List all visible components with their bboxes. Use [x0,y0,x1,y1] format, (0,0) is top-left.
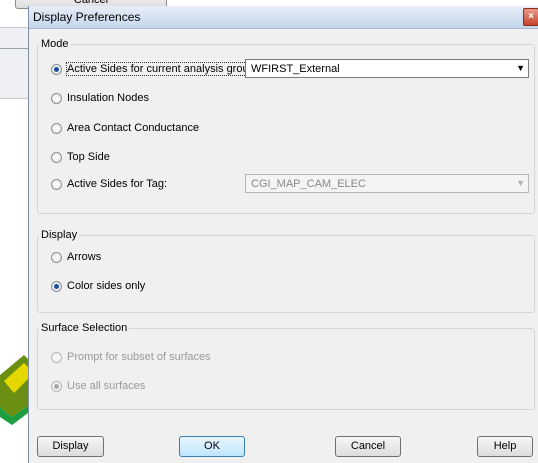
surface-option-prompt-subset: Prompt for subset of surfaces [51,350,211,364]
help-button[interactable]: Help [477,436,533,457]
chevron-down-icon[interactable]: ▼ [516,63,525,73]
analysis-group-value: WFIRST_External [251,63,340,75]
radio-button[interactable] [51,178,62,190]
mode-option-label: Active Sides for Tag: [67,178,168,190]
surface-option-use-all: Use all surfaces [51,379,145,393]
chevron-down-icon: ▼ [516,178,525,188]
ok-button[interactable]: OK [179,436,245,457]
radio-button[interactable] [51,151,62,163]
display-group [37,235,535,313]
analysis-group-dropdown[interactable]: WFIRST_External ▼ [245,59,529,78]
tag-dropdown: CGI_MAP_CAM_ELEC ▼ [245,174,529,193]
radio-button-checked[interactable] [51,63,62,75]
radio-button[interactable] [51,92,62,104]
display-button[interactable]: Display [37,436,104,457]
display-option-color-sides-only[interactable]: Color sides only [51,279,145,293]
dialog-title: Display Preferences [33,10,141,24]
tag-value: CGI_MAP_CAM_ELEC [251,178,366,190]
surface-option-label: Prompt for subset of surfaces [67,351,211,363]
mode-option-label: Area Contact Conductance [67,122,200,134]
display-option-label: Color sides only [67,280,146,292]
mode-option-area-contact-conductance[interactable]: Area Contact Conductance [51,121,199,135]
radio-button[interactable] [51,251,62,263]
surface-option-label: Use all surfaces [67,380,146,392]
radio-button-checked[interactable] [51,280,62,292]
mode-option-active-sides-tag[interactable]: Active Sides for Tag: [51,177,167,191]
display-group-label: Display [39,229,80,241]
radio-button-disabled-checked [51,380,62,392]
mode-option-insulation-nodes[interactable]: Insulation Nodes [51,91,149,105]
display-option-label: Arrows [67,251,102,263]
cancel-button[interactable]: Cancel [335,436,401,457]
surface-selection-group-label: Surface Selection [39,322,130,334]
mode-group-label: Mode [39,38,71,50]
mode-option-top-side[interactable]: Top Side [51,150,110,164]
dialog-title-bar[interactable]: Display Preferences × [29,6,538,29]
mode-option-label: Active Sides for current analysis group: [66,62,259,76]
display-option-arrows[interactable]: Arrows [51,250,101,264]
close-icon[interactable]: × [523,8,538,26]
mode-option-active-sides-analysis-group[interactable]: Active Sides for current analysis group: [51,62,259,76]
mode-option-label: Insulation Nodes [67,92,149,104]
mode-option-label: Top Side [67,151,110,163]
surface-selection-group [37,328,535,410]
radio-button-disabled [51,351,62,363]
radio-button[interactable] [51,122,62,134]
display-preferences-dialog: Display Preferences × Mode Active Sides … [28,6,538,463]
